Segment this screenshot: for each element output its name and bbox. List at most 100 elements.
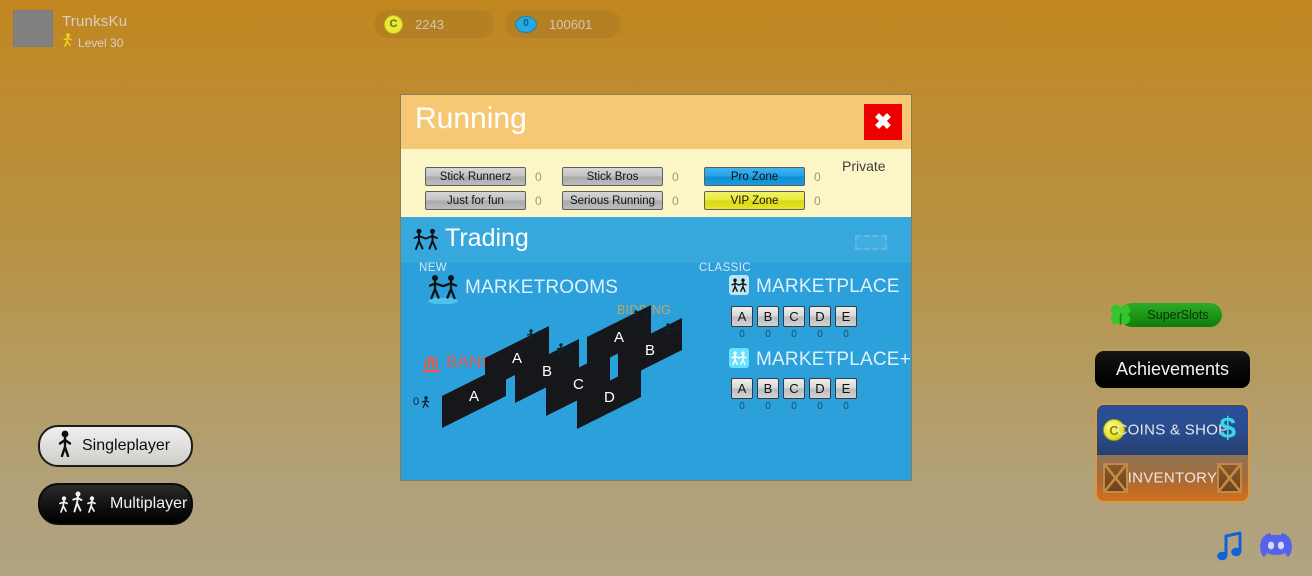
dashed-resize-handle[interactable] bbox=[855, 235, 887, 250]
room-button-serious-running[interactable]: Serious Running bbox=[562, 191, 663, 210]
marketplace-plus-count: 0 bbox=[817, 401, 823, 412]
marketplace-plus-cell: A 0 bbox=[731, 378, 753, 412]
marketrooms-area: NEW MARKETROOMS BIDDING bbox=[401, 262, 691, 480]
trading-header: Trading bbox=[401, 217, 911, 263]
marketplace-count: 0 bbox=[765, 329, 771, 340]
gems-badge[interactable]: 0 100601 bbox=[505, 10, 621, 38]
marketplace-plus-button-a[interactable]: A bbox=[731, 378, 753, 399]
runner-icon bbox=[556, 343, 565, 355]
marketplace-plus-cell: E 0 bbox=[835, 378, 857, 412]
marketplace-count: 0 bbox=[817, 329, 823, 340]
private-label: Private bbox=[842, 158, 886, 174]
player-level: Level 30 bbox=[62, 33, 123, 53]
iso-room-population: 0 bbox=[526, 329, 543, 341]
superslots-button[interactable]: SuperSlots bbox=[1110, 303, 1222, 327]
runner-icon bbox=[663, 323, 672, 335]
room-count: 0 bbox=[672, 169, 679, 184]
room-entry: Serious Running 0 bbox=[562, 191, 679, 210]
iso-room-population: 0 bbox=[413, 396, 430, 408]
room-button-pro-zone[interactable]: Pro Zone bbox=[704, 167, 805, 186]
page-title: Running bbox=[415, 102, 527, 135]
running-dialog: Running ✖ Stick Runnerz 0 Just for fun 0… bbox=[400, 94, 912, 481]
multiplayer-button[interactable]: Multiplayer bbox=[38, 483, 193, 525]
room-count: 0 bbox=[535, 169, 542, 184]
marketplace-button-c[interactable]: C bbox=[783, 306, 805, 327]
trading-title: Trading bbox=[445, 224, 529, 252]
top-bar: TrunksKu Level 30 C 2243 0 100601 bbox=[0, 0, 1312, 50]
multiplayer-label: Multiplayer bbox=[110, 495, 188, 512]
close-icon[interactable]: ✖ bbox=[864, 104, 902, 140]
runner-icon bbox=[421, 396, 430, 408]
player-name: TrunksKu bbox=[62, 13, 128, 30]
iso-room-population: 0 bbox=[663, 323, 680, 335]
room-entry: Just for fun 0 bbox=[425, 191, 542, 210]
dialog-header: Running ✖ bbox=[401, 95, 911, 149]
room-button-stick-bros[interactable]: Stick Bros bbox=[562, 167, 663, 186]
handshake-icon bbox=[427, 274, 459, 309]
marketplace-cell: D 0 bbox=[809, 306, 831, 340]
runner-icon bbox=[631, 310, 640, 322]
handshake-icon bbox=[413, 228, 439, 257]
handshake-plus-icon bbox=[729, 348, 749, 368]
marketplace-plus-cell: C 0 bbox=[783, 378, 805, 412]
marketplace-cell: A 0 bbox=[731, 306, 753, 340]
marketplace-plus-button-e[interactable]: E bbox=[835, 378, 857, 399]
superslots-label: SuperSlots bbox=[1147, 308, 1209, 322]
achievements-button[interactable]: Achievements bbox=[1095, 351, 1250, 388]
singleplayer-button[interactable]: Singleplayer bbox=[38, 425, 193, 467]
room-button-vip-zone[interactable]: VIP Zone bbox=[704, 191, 805, 210]
marketplace-title: MARKETPLACE bbox=[756, 276, 900, 297]
trading-body: NEW MARKETROOMS BIDDING bbox=[401, 262, 911, 480]
room-count: 0 bbox=[535, 193, 542, 208]
stick-figure-icon bbox=[58, 430, 72, 462]
clover-icon bbox=[1108, 303, 1134, 330]
avatar[interactable] bbox=[13, 10, 53, 47]
inventory-button[interactable]: INVENTORY bbox=[1097, 455, 1248, 501]
rooms-column-3: Pro Zone 0 VIP Zone 0 bbox=[704, 167, 821, 215]
handshake-icon bbox=[729, 275, 749, 295]
classic-area: CLASSIC MARKETPLACE A 0 B 0 C 0 D 0 E 0 … bbox=[691, 262, 911, 480]
runner-icon bbox=[526, 329, 535, 341]
new-kicker: NEW bbox=[419, 262, 448, 274]
bank-icon bbox=[422, 355, 441, 379]
player-level-label: Level 30 bbox=[78, 36, 124, 50]
coin-icon: C bbox=[384, 14, 403, 34]
marketplace-cell: C 0 bbox=[783, 306, 805, 340]
marketplace-button-e[interactable]: E bbox=[835, 306, 857, 327]
marketplace-plus-count: 0 bbox=[843, 401, 849, 412]
marketplace-button-d[interactable]: D bbox=[809, 306, 831, 327]
iso-room-population: 0 bbox=[631, 310, 648, 322]
gem-icon: 0 bbox=[515, 15, 537, 33]
music-note-icon[interactable] bbox=[1215, 530, 1245, 567]
rooms-column-1: Stick Runnerz 0 Just for fun 0 bbox=[425, 167, 542, 215]
coins-value: 2243 bbox=[415, 16, 444, 32]
marketplace-plus-count: 0 bbox=[765, 401, 771, 412]
gems-value: 100601 bbox=[549, 16, 593, 32]
marketplace-count: 0 bbox=[843, 329, 849, 340]
room-button-stick-runnerz[interactable]: Stick Runnerz bbox=[425, 167, 526, 186]
marketplace-plus-button-c[interactable]: C bbox=[783, 378, 805, 399]
room-count: 0 bbox=[672, 193, 679, 208]
room-count: 0 bbox=[814, 193, 821, 208]
marketplace-cell: E 0 bbox=[835, 306, 857, 340]
coins-shop-button[interactable]: C COINS & SHOP $ bbox=[1097, 405, 1248, 455]
room-entry: Stick Bros 0 bbox=[562, 167, 679, 186]
marketplace-cell: B 0 bbox=[757, 306, 779, 340]
marketrooms-title: MARKETROOMS bbox=[465, 277, 619, 298]
iso-room-population: 0 bbox=[556, 343, 573, 355]
marketplace-button-b[interactable]: B bbox=[757, 306, 779, 327]
stick-figures-icon bbox=[58, 489, 100, 520]
rooms-band: Stick Runnerz 0 Just for fun 0 Stick Bro… bbox=[401, 149, 911, 217]
marketplace-letters: A 0 B 0 C 0 D 0 E 0 bbox=[731, 306, 857, 340]
marketplace-button-a[interactable]: A bbox=[731, 306, 753, 327]
coins-badge[interactable]: C 2243 bbox=[374, 10, 494, 38]
dollar-icon: $ bbox=[1219, 412, 1236, 445]
marketplace-plus-button-d[interactable]: D bbox=[809, 378, 831, 399]
discord-icon[interactable] bbox=[1258, 528, 1294, 565]
trading-panel: Trading NEW MARKETROOMS BIDDING bbox=[401, 217, 911, 480]
runner-icon bbox=[62, 33, 73, 53]
room-button-just-for-fun[interactable]: Just for fun bbox=[425, 191, 526, 210]
marketplace-plus-button-b[interactable]: B bbox=[757, 378, 779, 399]
room-entry: Pro Zone 0 bbox=[704, 167, 821, 186]
room-entry: VIP Zone 0 bbox=[704, 191, 821, 210]
